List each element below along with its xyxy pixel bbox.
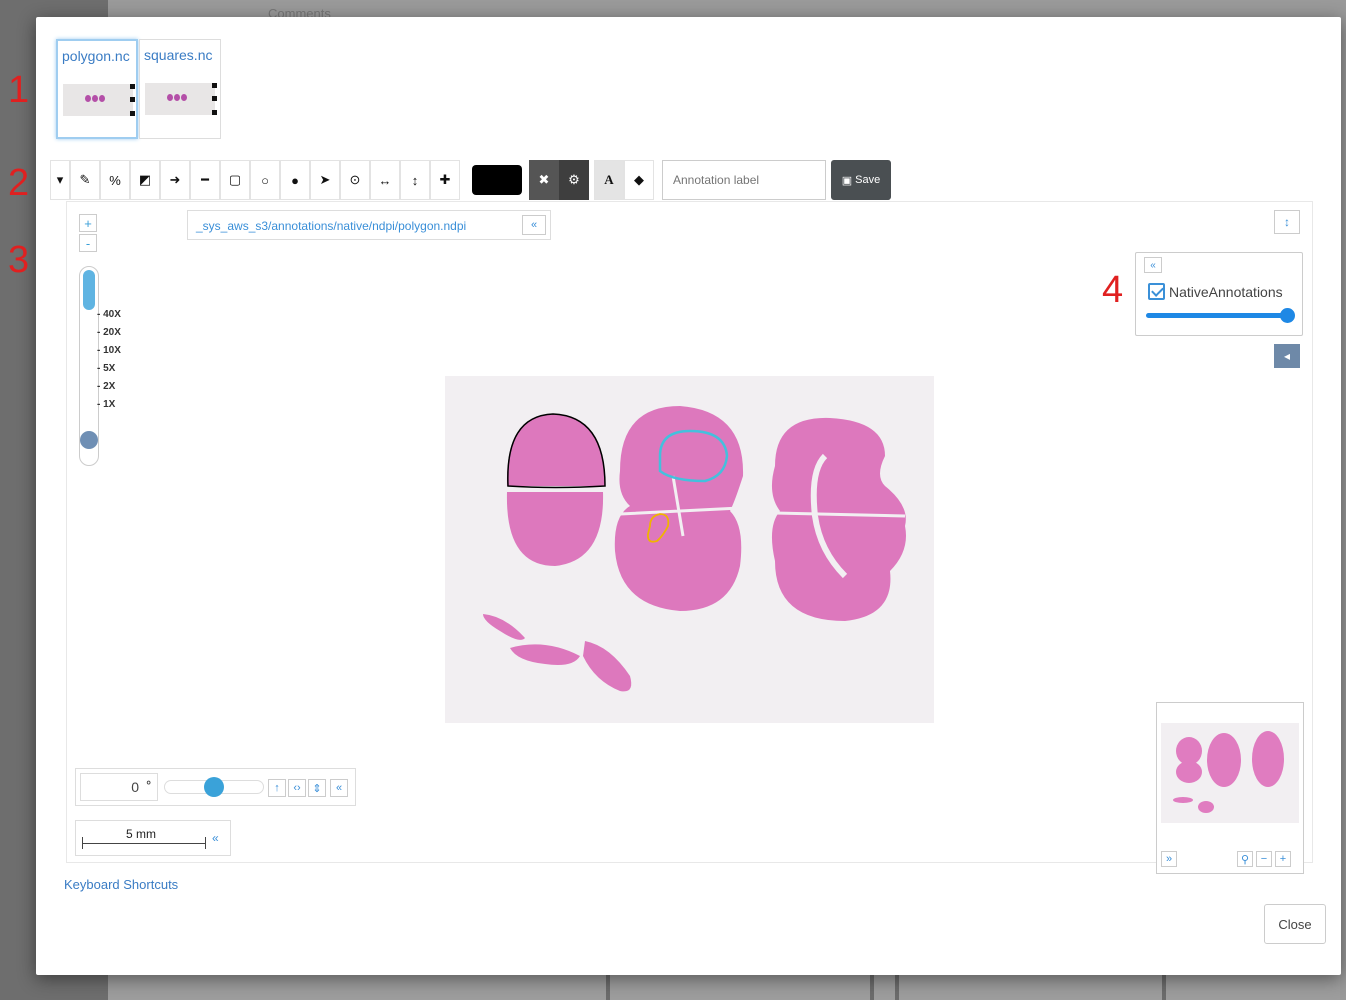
tag-icon[interactable]: ◆ (624, 160, 654, 200)
save-label: Save (855, 174, 881, 186)
flip-up-icon[interactable]: ↑ (268, 779, 286, 797)
thumbnail-label: polygon.nc (62, 48, 130, 64)
path-collapse-button[interactable]: « (522, 215, 546, 235)
background-divider (606, 975, 610, 1000)
keyboard-shortcuts-link[interactable]: Keyboard Shortcuts (64, 877, 178, 892)
layer-toggle[interactable]: NativeAnnotations (1148, 283, 1283, 300)
scale-label: 5 mm (126, 827, 156, 841)
layer-opacity-knob[interactable] (1280, 308, 1295, 323)
navigator-zoom-out[interactable]: − (1256, 851, 1272, 867)
horizontal-measure-icon[interactable]: ↔ (370, 160, 400, 200)
pencil-icon[interactable]: ✎ (70, 160, 100, 200)
navigator-panel: » ⚲ − + (1156, 702, 1304, 874)
floppy-disk-icon: ▣ (841, 174, 853, 187)
callout-4: 4 (1102, 269, 1124, 311)
zoom-tick: - 40X (97, 309, 121, 320)
zoom-out-button[interactable]: - (79, 234, 97, 252)
slide-image[interactable] (445, 376, 934, 723)
file-path-box: _sys_aws_s3/annotations/native/ndpi/poly… (187, 210, 551, 240)
callout-3: 3 (8, 239, 30, 281)
vertical-measure-icon[interactable]: ↕ (400, 160, 430, 200)
thumbnail-image (145, 83, 217, 115)
point-icon[interactable]: ● (280, 160, 310, 200)
layer-name: NativeAnnotations (1169, 283, 1283, 300)
scale-tick (205, 837, 206, 849)
scale-bar: 5 mm « (75, 820, 231, 856)
rotation-value: 0 (131, 779, 139, 795)
arrow-icon[interactable]: ➜ (160, 160, 190, 200)
navigator-expand-button[interactable]: » (1161, 851, 1177, 867)
background-divider (870, 975, 874, 1000)
slide-thumbnail-polygon[interactable]: polygon.nc (56, 39, 138, 139)
background-divider (895, 975, 899, 1000)
callout-2: 2 (8, 162, 30, 204)
save-button[interactable]: ▣ Save (831, 160, 891, 200)
background-header: Comments (108, 0, 1346, 21)
freehand-icon[interactable]: % (100, 160, 130, 200)
crosshair-icon[interactable]: ✚ (430, 160, 460, 200)
pointer-icon[interactable]: ➤ (310, 160, 340, 200)
target-icon[interactable]: ⊙ (340, 160, 370, 200)
flip-vertical-icon[interactable]: ⇕ (308, 779, 326, 797)
polygon-icon[interactable]: ◩ (130, 160, 160, 200)
rectangle-icon[interactable]: ▢ (220, 160, 250, 200)
color-picker[interactable] (472, 165, 522, 195)
thumbnail-label: squares.nc (144, 47, 213, 63)
zoom-tick: - 5X (97, 363, 116, 374)
file-path: _sys_aws_s3/annotations/native/ndpi/poly… (196, 219, 467, 233)
layers-collapse-button[interactable]: « (1144, 257, 1162, 273)
circle-icon[interactable]: ○ (250, 160, 280, 200)
scale-tick (82, 837, 83, 849)
line-icon[interactable]: ━ (190, 160, 220, 200)
text-tool-icon[interactable]: A (594, 160, 624, 200)
dropdown-caret-icon[interactable]: ▾ (50, 160, 70, 200)
panel-toggle-icon[interactable]: ◂ (1274, 344, 1300, 368)
callout-1: 1 (8, 69, 30, 111)
scale-line (82, 843, 206, 844)
close-button[interactable]: Close (1264, 904, 1326, 944)
layer-checkbox[interactable] (1148, 283, 1165, 300)
scale-collapse-button[interactable]: « (212, 831, 219, 845)
slide-viewer[interactable]: + - - 40X - 20X - 10X - 5X - 2X - 1X _sy… (66, 201, 1313, 874)
code-icon[interactable]: ‹› (288, 779, 306, 797)
background-footer (108, 975, 1346, 1000)
annotation-layers-panel: « NativeAnnotations (1135, 252, 1303, 336)
zoom-tick: - 1X (97, 399, 116, 410)
rotation-collapse-button[interactable]: « (330, 779, 348, 797)
zoom-slider-fill (83, 270, 95, 310)
zoom-in-button[interactable]: + (79, 214, 97, 232)
tissue-section-image (483, 406, 906, 692)
zoom-tick: - 10X (97, 345, 121, 356)
thumbnail-image (63, 84, 135, 116)
vertical-expand-icon[interactable]: ↕ (1274, 210, 1300, 234)
delete-icon[interactable]: ✖ (529, 160, 559, 200)
layer-opacity-slider[interactable] (1146, 313, 1288, 318)
navigator-image[interactable] (1161, 723, 1299, 823)
degree-symbol: ° (146, 778, 151, 792)
zoom-tick: - 20X (97, 327, 121, 338)
navigator-zoom-in[interactable]: + (1275, 851, 1291, 867)
zoom-slider[interactable] (79, 266, 99, 466)
annotation-label-input[interactable] (662, 160, 826, 200)
zoom-slider-knob[interactable] (80, 431, 98, 449)
zoom-tick: - 2X (97, 381, 116, 392)
settings-icon[interactable]: ⚙ (559, 160, 589, 200)
slide-thumbnail-squares[interactable]: squares.nc (139, 39, 221, 139)
rotation-slider-knob[interactable] (204, 777, 224, 797)
background-divider (1162, 975, 1166, 1000)
rotation-control: 0 ° ↑ ‹› ⇕ « (75, 768, 356, 806)
navigator-overview (1173, 731, 1284, 813)
map-pin-icon[interactable]: ⚲ (1237, 851, 1253, 867)
annotation-modal: 1 2 3 polygon.nc squares.nc ▾ ✎ % ◩ ➜ ━ … (8, 17, 1341, 975)
zoom-level-ticks: - 40X - 20X - 10X - 5X - 2X - 1X (97, 306, 121, 414)
rotation-input[interactable]: 0 ° (80, 773, 158, 801)
